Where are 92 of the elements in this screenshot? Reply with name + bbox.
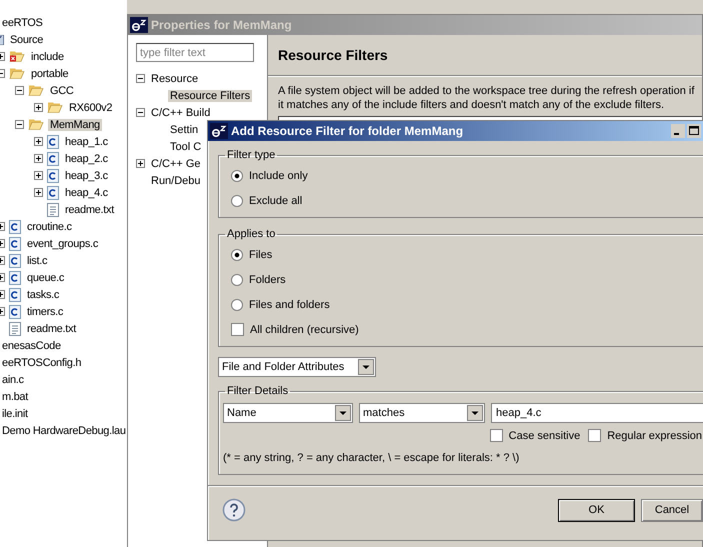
tree-item[interactable]: tasks.c — [25, 288, 62, 300]
folder-icon — [9, 51, 25, 62]
c-file-icon — [9, 254, 21, 268]
cancel-button[interactable]: Cancel — [641, 498, 703, 522]
page-item[interactable]: C/C++ Ge — [149, 158, 203, 170]
tree-item[interactable]: RX600v2 — [67, 102, 114, 114]
page-item[interactable]: Resource — [149, 72, 200, 84]
radio-option[interactable]: Exclude all — [231, 188, 302, 213]
text-file-icon — [9, 322, 21, 336]
c-file-icon — [47, 134, 59, 148]
radio-button[interactable] — [231, 248, 243, 260]
tree-item[interactable]: Source — [8, 34, 46, 46]
expand-icon[interactable] — [136, 159, 145, 168]
help-icon[interactable] — [222, 498, 246, 522]
text-file-icon — [47, 202, 59, 216]
tree-item[interactable]: heap_4.c — [63, 186, 110, 198]
radio-option[interactable]: Include only — [231, 163, 308, 188]
expand-icon[interactable] — [34, 171, 43, 180]
attribute-dropdown[interactable]: Name — [223, 403, 353, 423]
value-field[interactable]: heap_4.c — [491, 403, 703, 423]
checkbox-option[interactable]: All children (recursive) — [231, 317, 359, 342]
tree-item[interactable]: ain.c — [0, 374, 26, 386]
dialog-title: Add Resource Filter for folder MemMang — [231, 124, 464, 138]
tree-item[interactable]: queue.c — [25, 272, 66, 284]
checkbox-option[interactable]: Case sensitive — [490, 423, 580, 448]
page-item[interactable]: Settin — [168, 124, 200, 136]
collapse-icon[interactable] — [15, 120, 24, 129]
tree-item[interactable]: m.bat — [0, 390, 30, 402]
radio-button[interactable] — [231, 298, 243, 310]
radio-option[interactable]: Files and folders — [231, 292, 330, 317]
tree-item[interactable]: list.c — [25, 254, 50, 266]
app-logo-icon — [130, 17, 148, 33]
operator-dropdown[interactable]: matches — [359, 403, 485, 423]
app-logo-icon — [210, 123, 228, 139]
c-file-icon — [9, 288, 21, 302]
group-label: Filter type — [226, 149, 276, 161]
page-item[interactable]: C/C++ Build — [149, 106, 212, 118]
tree-item[interactable]: timers.c — [25, 306, 66, 318]
description-text: A file system object will be added to the workspace tree during the refresh operation if it matches any of the include filters and doesn't match any of the exclude filters. — [277, 84, 696, 112]
ok-button[interactable]: OK — [558, 498, 635, 522]
collapse-icon[interactable] — [136, 108, 145, 117]
page-item[interactable]: Tool C — [168, 140, 204, 152]
folder-icon — [28, 85, 44, 96]
group-label: Applies to — [226, 228, 276, 240]
checkbox-option[interactable]: Regular expression — [588, 423, 702, 448]
attribute-kind-dropdown[interactable]: File and Folder Attributes — [218, 357, 376, 377]
filter-field[interactable]: type filter text — [136, 43, 254, 62]
radio-button[interactable] — [231, 274, 243, 286]
radio-option[interactable]: Files — [231, 242, 272, 267]
page-item[interactable]: Run/Debu — [149, 174, 203, 186]
tree-item[interactable]: Demo HardwareDebug.lau — [0, 424, 127, 436]
tree-item[interactable]: GCC — [48, 84, 76, 96]
tree-item[interactable]: eeRTOSConfig.h — [0, 356, 84, 368]
c-file-icon — [9, 304, 21, 318]
folder-icon — [28, 119, 44, 130]
c-file-icon — [47, 152, 59, 166]
tree-item[interactable]: readme.txt — [63, 204, 116, 216]
maximize-icon[interactable] — [687, 124, 701, 138]
group-label: Filter Details — [226, 385, 290, 397]
tree-item[interactable]: MemMang — [48, 118, 102, 130]
c-file-icon — [9, 220, 21, 234]
folder-icon — [47, 102, 63, 113]
expand-icon[interactable] — [34, 154, 43, 163]
tree-item[interactable]: heap_2.c — [63, 152, 110, 164]
minimize-icon[interactable] — [671, 124, 685, 138]
radio-button[interactable] — [231, 194, 243, 206]
expand-icon[interactable] — [34, 137, 43, 146]
c-file-icon — [9, 236, 21, 250]
tree-item[interactable]: heap_3.c — [63, 170, 110, 182]
tree-item[interactable]: enesasCode — [0, 340, 63, 352]
window-title: Properties for MemMang — [151, 18, 292, 32]
hint-text: (* = any string, ? = any character, \ = escape for literals: * ? \) — [223, 451, 520, 466]
expand-icon[interactable] — [34, 103, 43, 112]
tree-item[interactable]: portable — [29, 68, 70, 80]
collapse-icon[interactable] — [136, 74, 145, 83]
folder-icon — [9, 68, 25, 79]
tree-item[interactable]: event_groups.c — [25, 238, 100, 250]
c-file-icon — [9, 270, 21, 284]
c-file-icon — [47, 168, 59, 182]
collapse-icon[interactable] — [15, 86, 24, 95]
tree-item[interactable]: croutine.c — [25, 220, 74, 232]
tree-item[interactable]: readme.txt — [25, 322, 78, 334]
page-item[interactable]: Resource Filters — [168, 90, 252, 102]
radio-option[interactable]: Folders — [231, 267, 286, 292]
tree-item[interactable]: ile.init — [0, 408, 30, 420]
radio-button[interactable] — [231, 170, 243, 182]
c-file-icon — [47, 186, 59, 200]
page-heading: Resource Filters — [268, 35, 702, 76]
tree-item[interactable]: heap_1.c — [63, 136, 110, 148]
expand-icon[interactable] — [34, 188, 43, 197]
tree-item[interactable]: eeRTOS — [0, 16, 45, 28]
tree-item[interactable]: include — [29, 50, 66, 62]
